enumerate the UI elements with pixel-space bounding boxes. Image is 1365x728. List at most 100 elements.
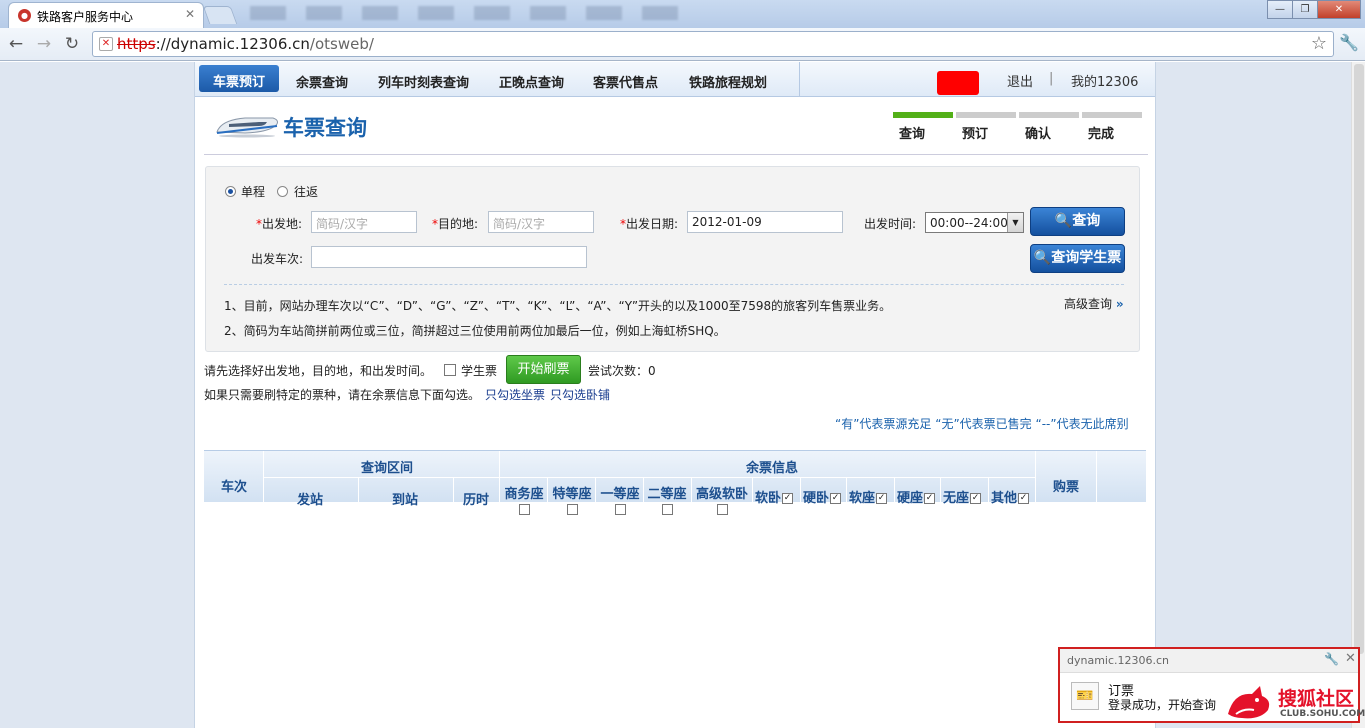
- bookmark-star-icon[interactable]: ☆: [1311, 33, 1327, 54]
- maximize-button[interactable]: ❐: [1292, 0, 1318, 19]
- col-deluxe-sleeper: 高级软卧: [694, 483, 750, 517]
- notification-source: dynamic.12306.cn: [1067, 654, 1170, 667]
- refresh-prompt: 请先选择好出发地，目的地，和出发时间。: [204, 364, 433, 378]
- seat-only-link[interactable]: 只勾选坐票: [485, 388, 545, 402]
- redacted-username: [937, 71, 979, 95]
- blurred-bookmarks: [250, 6, 690, 20]
- berth-only-link[interactable]: 只勾选卧铺: [550, 388, 610, 402]
- forward-icon[interactable]: →: [33, 33, 55, 55]
- nav-book-ticket[interactable]: 车票预订: [199, 65, 279, 92]
- return-label: 往返: [294, 185, 319, 199]
- step-book: 预订: [956, 112, 1016, 142]
- train-logo-icon: [216, 117, 278, 138]
- filter-checkbox[interactable]: [662, 504, 673, 515]
- vertical-scrollbar[interactable]: [1351, 62, 1365, 728]
- to-label: *目的地:: [432, 217, 479, 231]
- col-other: 其他 ✓: [991, 491, 1030, 506]
- main-nav: 车票预订 余票查询 列车时刻表查询 正晚点查询 客票代售点 铁路旅程规划 退出 …: [195, 62, 1155, 97]
- filter-hint: 如果只需要刷特定的票种，请在余票信息下面勾选。: [204, 388, 481, 402]
- notification-close-icon[interactable]: ✕: [1345, 651, 1356, 666]
- availability-legend: “有”代表票源充足 “无”代表票已售完 “--”代表无此席别: [835, 417, 1129, 431]
- col-soft-sleeper: 软卧 ✓: [755, 491, 794, 506]
- search-button[interactable]: 🔍查询: [1030, 207, 1125, 236]
- fox-logo-icon: [1228, 686, 1270, 719]
- browser-title-bar: ● 铁路客户服务中心 ✕ — ❐ ✕: [0, 0, 1365, 28]
- start-refresh-button[interactable]: 开始刷票: [506, 355, 581, 384]
- col-no-seat: 无座 ✓: [943, 491, 982, 506]
- col-business: 商务座: [504, 483, 544, 517]
- search-icon: 🔍: [1033, 250, 1052, 266]
- filter-checkbox[interactable]: [717, 504, 728, 515]
- note-2: 2、简码为车站简拼前两位或三位，简拼超过三位使用前两位加最后一位，例如上海虹桥S…: [224, 324, 726, 338]
- results-table-header: 车次 查询区间 余票信息 购票 发站 到站 历时 商务座 特等座 一等座 二等座…: [204, 450, 1146, 515]
- filter-checkbox-checked[interactable]: ✓: [970, 493, 982, 504]
- train-no-input[interactable]: [311, 246, 587, 268]
- insecure-page-icon[interactable]: ✕: [99, 37, 113, 51]
- group-remaining: 余票信息: [746, 461, 799, 476]
- col-hard-seat: 硬座 ✓: [897, 491, 936, 506]
- filter-checkbox-checked[interactable]: ✓: [830, 493, 842, 504]
- filter-checkbox[interactable]: [615, 504, 626, 515]
- filter-checkbox-checked[interactable]: ✓: [1018, 493, 1030, 504]
- to-input[interactable]: 简码/汉字: [488, 211, 594, 233]
- address-bar[interactable]: ✕ https://dynamic.12306.cn/otsweb/ ☆: [92, 31, 1334, 57]
- wrench-menu-icon[interactable]: 🔧: [1339, 33, 1359, 52]
- date-label: *出发日期:: [620, 217, 679, 231]
- nav-punctuality[interactable]: 正晚点查询: [499, 72, 564, 91]
- filter-checkbox[interactable]: [567, 504, 578, 515]
- group-query-range: 查询区间: [361, 461, 414, 476]
- browser-toolbar: ← → ↻ ✕ https://dynamic.12306.cn/otsweb/…: [0, 28, 1365, 61]
- back-icon[interactable]: ←: [5, 33, 27, 55]
- main-page: 车票预订 余票查询 列车时刻表查询 正晚点查询 客票代售点 铁路旅程规划 退出 …: [194, 62, 1156, 728]
- my-12306-link[interactable]: 我的12306: [1071, 71, 1138, 90]
- scrollbar-thumb[interactable]: [1354, 64, 1364, 654]
- student-search-button[interactable]: 🔍查询学生票: [1030, 244, 1125, 273]
- step-query: 查询: [893, 112, 953, 142]
- nav-timetable[interactable]: 列车时刻表查询: [378, 72, 469, 91]
- url-text: https://dynamic.12306.cn/otsweb/: [117, 35, 374, 53]
- col-train: 车次: [221, 480, 248, 495]
- col-duration: 历时: [463, 493, 490, 508]
- railway-logo-icon: ●: [18, 9, 31, 22]
- filter-checkbox-checked[interactable]: ✓: [782, 493, 794, 504]
- step-done: 完成: [1082, 112, 1142, 142]
- train-no-label: 出发车次:: [251, 252, 304, 266]
- dropdown-arrow-icon[interactable]: ▼: [1007, 213, 1023, 232]
- from-label: *出发地:: [256, 217, 303, 231]
- browser-tab[interactable]: ● 铁路客户服务中心 ✕: [8, 2, 204, 28]
- student-checkbox[interactable]: [444, 364, 456, 376]
- watermark-subtext: CLUB.SOHU.COM: [1280, 709, 1365, 719]
- query-form: 单程 往返 *出发地: 简码/汉字 *目的地: 简码/汉字 *出发日期: 201…: [205, 166, 1140, 352]
- attempts-counter: 尝试次数：0: [588, 364, 656, 378]
- nav-trip-planner[interactable]: 铁路旅程规划: [689, 72, 767, 91]
- nav-divider: [799, 62, 800, 97]
- tab-close-icon[interactable]: ✕: [185, 7, 195, 21]
- logout-link[interactable]: 退出: [1007, 71, 1033, 90]
- from-input[interactable]: 简码/汉字: [311, 211, 417, 233]
- col-second-class: 二等座: [647, 483, 687, 517]
- close-window-button[interactable]: ✕: [1317, 0, 1361, 19]
- filter-checkbox-checked[interactable]: ✓: [924, 493, 936, 504]
- step-confirm: 确认: [1019, 112, 1079, 142]
- col-from: 发站: [297, 493, 324, 508]
- time-select[interactable]: 00:00--24:00 ▼: [925, 212, 1024, 233]
- student-label: 学生票: [461, 364, 498, 378]
- minimize-button[interactable]: —: [1267, 0, 1293, 19]
- date-input[interactable]: 2012-01-09: [687, 211, 843, 233]
- filter-checkbox-checked[interactable]: ✓: [876, 493, 888, 504]
- col-first-class: 一等座: [600, 483, 640, 517]
- notification-settings-icon[interactable]: 🔧: [1324, 652, 1339, 666]
- nav-agencies[interactable]: 客票代售点: [593, 72, 658, 91]
- search-icon: 🔍: [1054, 213, 1073, 229]
- reload-icon[interactable]: ↻: [61, 33, 83, 55]
- return-radio[interactable]: [277, 186, 288, 197]
- advanced-query-link[interactable]: 高级查询 »: [1064, 295, 1124, 312]
- nav-remaining-tickets[interactable]: 余票查询: [296, 72, 348, 91]
- oneway-radio[interactable]: [225, 186, 236, 197]
- watermark-text: 搜狐社区: [1278, 688, 1355, 710]
- new-tab-button[interactable]: [202, 6, 238, 24]
- seat-filter-row: 如果只需要刷特定的票种，请在余票信息下面勾选。 只勾选坐票 只勾选卧铺: [204, 386, 610, 403]
- oneway-label: 单程: [241, 185, 266, 199]
- col-hard-sleeper: 硬卧 ✓: [803, 491, 842, 506]
- filter-checkbox[interactable]: [519, 504, 530, 515]
